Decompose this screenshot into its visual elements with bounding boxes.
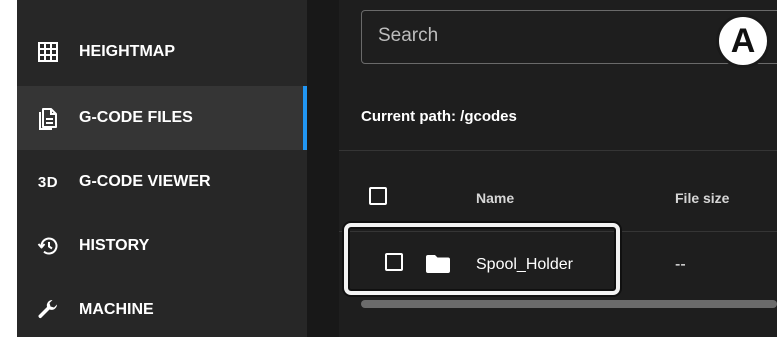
- wrench-icon: [35, 297, 61, 323]
- column-header-file-size[interactable]: File size: [675, 190, 729, 206]
- sidebar-item-heightmap[interactable]: HEIGHTMAP: [17, 20, 307, 84]
- sidebar: HEIGHTMAP G-CODE FILES 3D G-CODE VIEWER …: [17, 0, 307, 337]
- annotation-badge: A: [716, 14, 770, 68]
- search-input[interactable]: [376, 24, 680, 48]
- file-browser: Current path: /gcodes Name File size Spo…: [339, 0, 777, 337]
- highlight-box: [344, 223, 620, 295]
- app-window: HEIGHTMAP G-CODE FILES 3D G-CODE VIEWER …: [17, 0, 777, 337]
- sidebar-item-label: HEIGHTMAP: [79, 43, 175, 60]
- select-all-checkbox[interactable]: [369, 187, 387, 205]
- current-path: Current path: /gcodes: [361, 108, 517, 125]
- sidebar-item-machine[interactable]: MACHINE: [17, 278, 307, 337]
- divider: [339, 150, 777, 151]
- sidebar-item-label: G-CODE VIEWER: [79, 173, 211, 190]
- grid-icon: [35, 39, 61, 65]
- sidebar-item-gcode-files[interactable]: G-CODE FILES: [17, 86, 307, 150]
- file-size: --: [675, 256, 686, 273]
- 3d-icon: 3D: [37, 173, 59, 191]
- search-field[interactable]: [361, 10, 777, 64]
- horizontal-scrollbar[interactable]: [361, 300, 777, 308]
- sidebar-item-history[interactable]: HISTORY: [17, 214, 307, 278]
- column-header-name[interactable]: Name: [476, 190, 514, 206]
- sidebar-item-label: G-CODE FILES: [79, 109, 193, 126]
- sidebar-gap: [307, 0, 339, 337]
- sidebar-item-label: HISTORY: [79, 237, 150, 254]
- file-document-icon: [35, 105, 61, 131]
- sidebar-item-label: MACHINE: [79, 301, 154, 318]
- sidebar-item-gcode-viewer[interactable]: 3D G-CODE VIEWER: [17, 150, 307, 214]
- history-icon: [35, 233, 61, 259]
